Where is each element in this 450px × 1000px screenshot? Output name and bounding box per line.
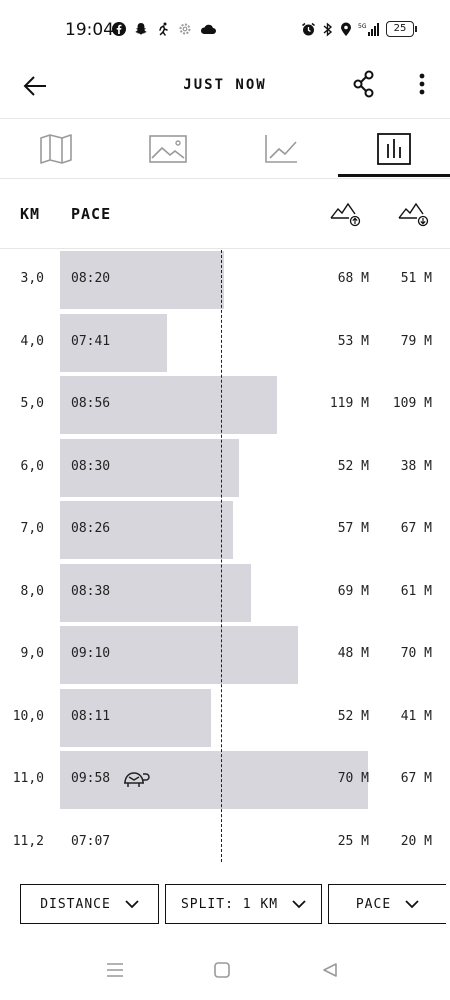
split-pace: 09:58 bbox=[71, 771, 111, 786]
pace-dropdown-label: PACE bbox=[355, 896, 392, 912]
running-icon bbox=[159, 22, 168, 36]
split-descent: 67 M bbox=[400, 521, 432, 536]
location-icon bbox=[341, 22, 351, 36]
split-km: 7,0 bbox=[20, 521, 44, 536]
line-chart-icon bbox=[265, 135, 297, 163]
split-descent: 51 M bbox=[400, 271, 432, 286]
split-pace: 08:30 bbox=[71, 458, 111, 474]
status-bar: 19:04 5G 25 bbox=[0, 0, 450, 60]
distance-dropdown-label: DISTANCE bbox=[40, 896, 111, 912]
tab-splits[interactable] bbox=[338, 120, 450, 178]
split-km: 10,0 bbox=[12, 708, 44, 724]
page-title: JUST NOW bbox=[183, 77, 267, 93]
map-icon bbox=[40, 134, 72, 164]
split-km: 11,0 bbox=[12, 771, 44, 786]
tab-graph[interactable] bbox=[225, 120, 337, 178]
elevation-gain-icon bbox=[330, 202, 361, 227]
split-ascent: 25 M bbox=[337, 833, 369, 849]
svg-text:5G: 5G bbox=[358, 23, 367, 30]
split-ascent: 119 M bbox=[329, 396, 369, 411]
alarm-icon bbox=[302, 22, 315, 35]
tab-map[interactable] bbox=[0, 120, 112, 178]
split-km: 5,0 bbox=[20, 396, 44, 411]
back-triangle-icon[interactable] bbox=[322, 962, 338, 978]
tab-photos[interactable] bbox=[112, 120, 224, 178]
column-header-pace: PACE bbox=[71, 205, 112, 223]
average-pace-line bbox=[221, 250, 222, 862]
split-pace: 09:10 bbox=[71, 646, 111, 661]
split-ascent: 57 M bbox=[337, 521, 369, 536]
split-descent: 79 M bbox=[400, 333, 432, 349]
split-descent: 38 M bbox=[400, 458, 432, 474]
divider bbox=[0, 118, 450, 119]
table-row: 9,0 09:10 48 M 70 M bbox=[0, 624, 450, 686]
split-dropdown[interactable]: SPLIT: 1 KM bbox=[165, 884, 322, 924]
chevron-down-icon bbox=[292, 899, 306, 908]
recent-apps-icon[interactable] bbox=[106, 962, 124, 978]
tab-bar bbox=[0, 120, 450, 178]
split-km: 4,0 bbox=[20, 333, 44, 349]
split-pace: 07:07 bbox=[71, 833, 111, 849]
split-ascent: 53 M bbox=[337, 333, 369, 349]
split-pace: 08:56 bbox=[71, 396, 111, 411]
split-descent: 61 M bbox=[400, 583, 432, 599]
split-pace: 08:38 bbox=[71, 583, 111, 599]
split-ascent: 68 M bbox=[337, 271, 369, 286]
home-icon[interactable] bbox=[214, 962, 230, 978]
cloud-icon bbox=[200, 24, 216, 34]
split-ascent: 52 M bbox=[337, 458, 369, 474]
split-km: 9,0 bbox=[20, 646, 44, 661]
split-descent: 67 M bbox=[400, 771, 432, 786]
distance-dropdown[interactable]: DISTANCE bbox=[20, 884, 159, 924]
bluetooth-icon bbox=[323, 21, 333, 37]
split-km: 3,0 bbox=[20, 271, 44, 286]
chevron-down-icon bbox=[125, 899, 139, 908]
table-row: 10,0 08:11 52 M 41 M bbox=[0, 687, 450, 749]
signal-5g-icon: 5G bbox=[358, 22, 379, 36]
split-ascent: 48 M bbox=[337, 646, 369, 661]
split-ascent: 52 M bbox=[337, 708, 369, 724]
split-km: 6,0 bbox=[20, 458, 44, 474]
battery-icon: 25 bbox=[386, 21, 417, 37]
split-dropdown-label: SPLIT: 1 KM bbox=[180, 896, 279, 912]
table-row: 6,0 08:30 52 M 38 M bbox=[0, 437, 450, 499]
table-row: 3,0 08:20 68 M 51 M bbox=[0, 249, 450, 311]
table-row: 8,0 08:38 69 M 61 M bbox=[0, 562, 450, 624]
app-bar: JUST NOW bbox=[0, 55, 450, 115]
settings-icon bbox=[179, 23, 191, 35]
divider bbox=[0, 178, 450, 179]
table-row: 7,0 08:26 57 M 67 M bbox=[0, 499, 450, 561]
split-ascent: 69 M bbox=[337, 583, 369, 599]
status-time: 19:04 bbox=[65, 20, 114, 40]
facebook-icon bbox=[112, 22, 126, 36]
system-nav-bar bbox=[0, 950, 450, 1000]
chevron-down-icon bbox=[405, 899, 419, 908]
split-pace: 08:26 bbox=[71, 521, 111, 536]
split-descent: 109 M bbox=[392, 396, 432, 411]
split-km: 8,0 bbox=[20, 583, 44, 599]
table-row: 11,2 07:07 25 M 20 M bbox=[0, 812, 450, 874]
bar-chart-icon bbox=[377, 133, 411, 165]
elevation-loss-icon bbox=[398, 202, 429, 227]
turtle-icon bbox=[124, 772, 150, 787]
table-row: 11,0 09:58 70 M 67 M bbox=[0, 749, 450, 811]
split-descent: 41 M bbox=[400, 708, 432, 724]
snapchat-icon bbox=[135, 23, 147, 35]
pace-dropdown[interactable]: PACE bbox=[328, 884, 446, 924]
image-icon bbox=[149, 135, 187, 163]
table-row: 5,0 08:56 119 M 109 M bbox=[0, 374, 450, 436]
split-pace: 08:11 bbox=[71, 708, 111, 724]
split-pace: 07:41 bbox=[71, 333, 111, 349]
share-icon[interactable] bbox=[350, 69, 378, 99]
split-ascent: 70 M bbox=[337, 771, 369, 786]
tab-selected-indicator bbox=[338, 174, 450, 177]
split-km: 11,2 bbox=[12, 833, 44, 849]
more-vertical-icon[interactable] bbox=[410, 69, 434, 99]
table-row: 4,0 07:41 53 M 79 M bbox=[0, 312, 450, 374]
split-descent: 70 M bbox=[400, 646, 432, 661]
split-descent: 20 M bbox=[400, 833, 432, 849]
split-pace: 08:20 bbox=[71, 271, 111, 286]
column-header-km: KM bbox=[20, 205, 41, 223]
